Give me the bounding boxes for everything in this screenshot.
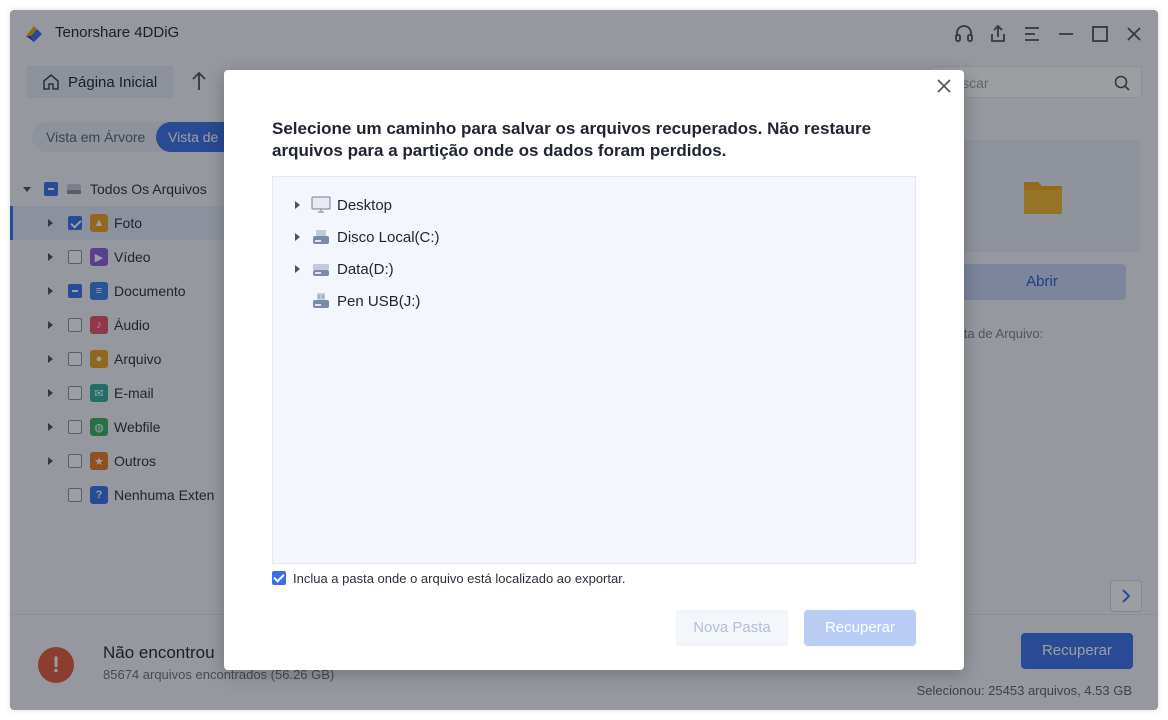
- dialog-recover-button[interactable]: Recuperar: [804, 610, 916, 646]
- tree-item-desktop[interactable]: Desktop: [273, 191, 913, 219]
- tree-item-pen-usb[interactable]: Pen USB(J:): [273, 287, 913, 315]
- tree-item-label: Data(D:): [337, 260, 394, 278]
- dialog-heading: Selecione um caminho para salvar os arqu…: [272, 119, 872, 160]
- new-folder-button[interactable]: Nova Pasta: [676, 610, 788, 646]
- include-folder-label: Inclua a pasta onde o arquivo está local…: [293, 571, 626, 586]
- tree-item-data[interactable]: Data(D:): [273, 255, 913, 283]
- include-folder-checkbox[interactable]: [272, 571, 286, 585]
- tree-item-label: Desktop: [337, 196, 393, 214]
- expand-icon[interactable]: [295, 265, 300, 273]
- tree-item-label: Disco Local(C:): [337, 228, 440, 246]
- tree-item-label: Pen USB(J:): [337, 292, 421, 310]
- drive-icon: [313, 230, 329, 244]
- expand-icon[interactable]: [295, 201, 300, 209]
- expand-icon[interactable]: [295, 233, 300, 241]
- drive-icon: [313, 264, 329, 276]
- folder-tree: Desktop Disco Local(C:) Data(D:) Pen USB…: [272, 176, 916, 564]
- close-icon[interactable]: [936, 78, 952, 94]
- usb-drive-icon: [313, 293, 329, 308]
- tree-item-disco-local[interactable]: Disco Local(C:): [273, 223, 913, 251]
- save-location-dialog: Selecione um caminho para salvar os arqu…: [224, 70, 964, 670]
- monitor-icon: [311, 196, 331, 213]
- app-window: Tenorshare 4DDiG Página Inicial Buscar V…: [10, 10, 1158, 710]
